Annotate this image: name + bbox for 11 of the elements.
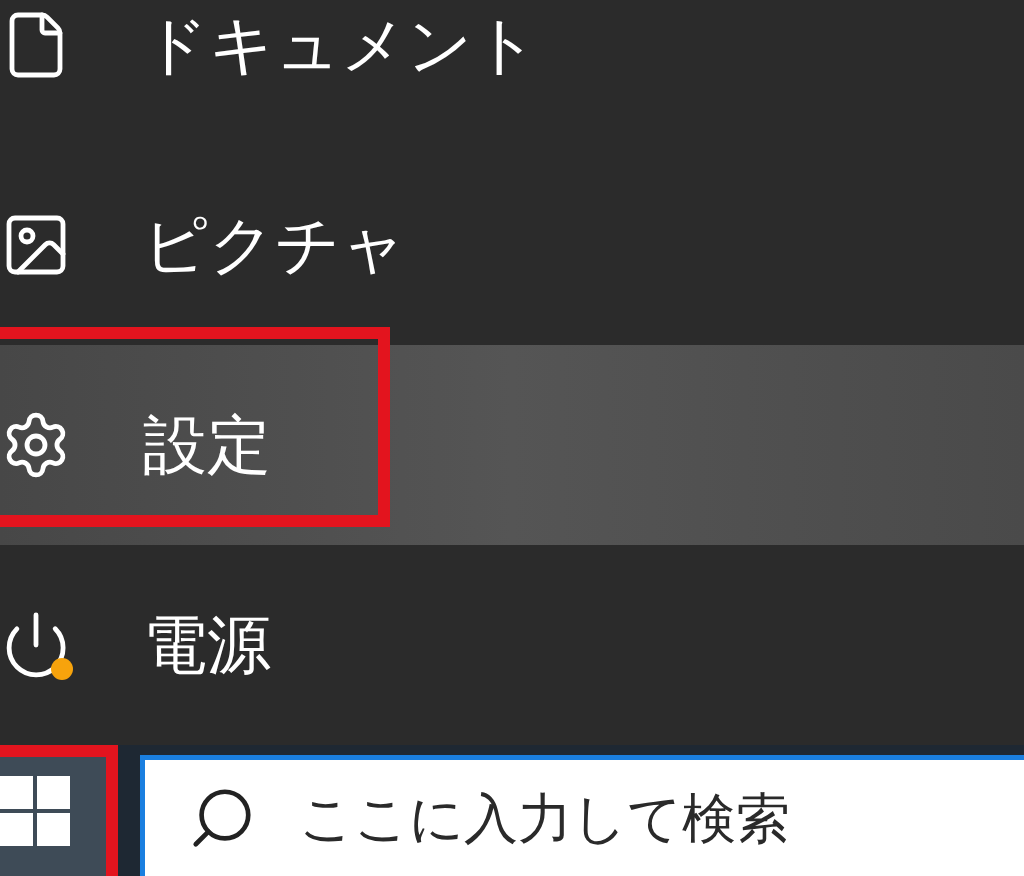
windows-logo-icon: [0, 775, 70, 846]
search-field[interactable]: ここに入力して検索: [140, 755, 1024, 876]
menu-label: 設定: [143, 406, 271, 484]
menu-item-highlighted[interactable]: 設定: [0, 345, 1024, 545]
menu-label: ドキュメント: [143, 6, 539, 84]
menu-label: 電源: [143, 606, 271, 684]
menu-item[interactable]: 電源: [0, 545, 1024, 745]
menu-item[interactable]: ピクチャ: [0, 145, 1024, 345]
search-input[interactable]: ここに入力して検索: [297, 785, 941, 851]
menu-item[interactable]: ドキュメント: [0, 0, 1024, 145]
menu-label: ピクチャ: [143, 206, 407, 284]
